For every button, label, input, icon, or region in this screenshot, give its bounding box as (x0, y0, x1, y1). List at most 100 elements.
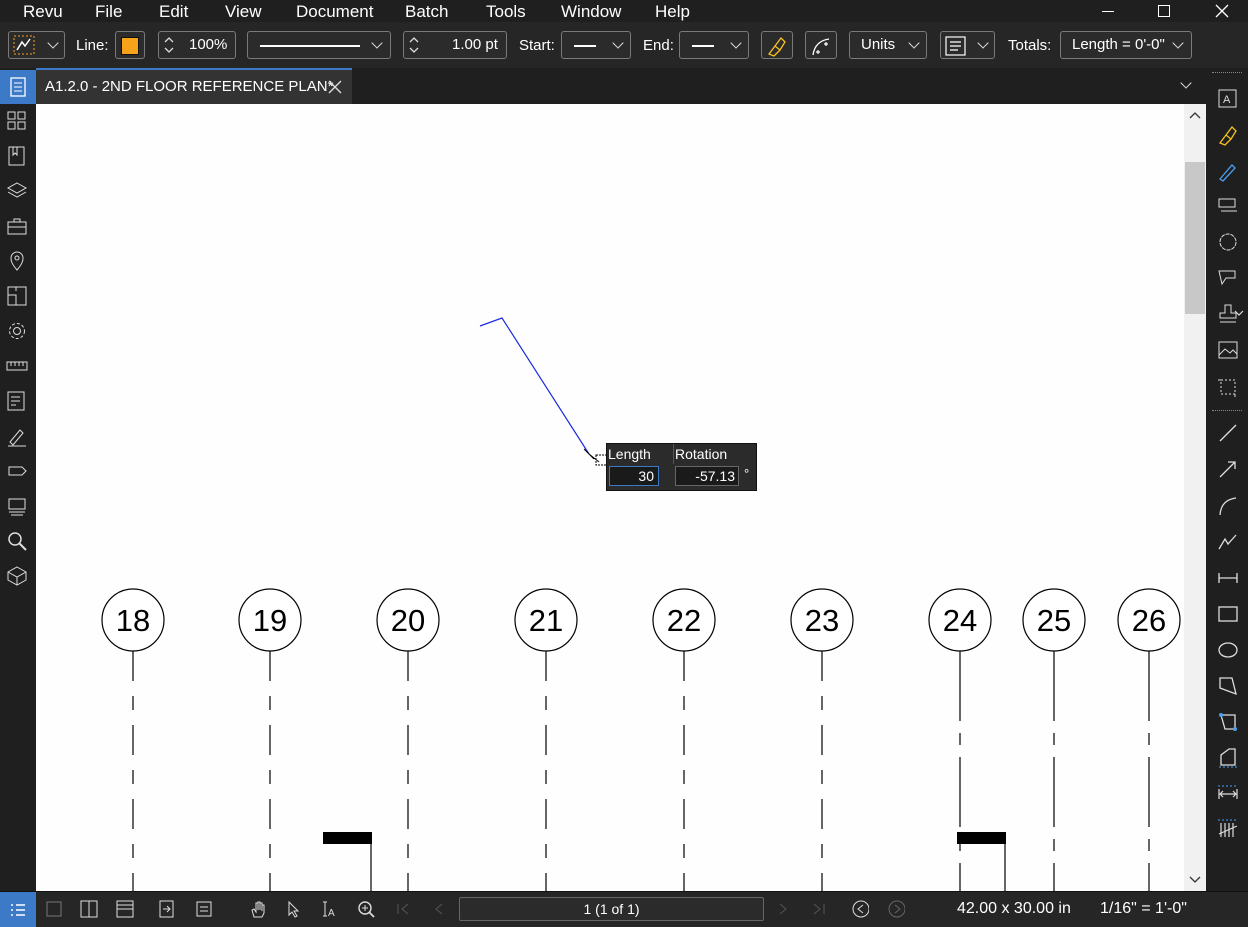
start-arrow-dropdown[interactable] (561, 31, 631, 59)
menu-revu[interactable]: Revu (23, 2, 63, 22)
vertex-edit-button[interactable] (805, 31, 837, 59)
ellipse-icon[interactable] (1217, 639, 1239, 661)
stamp-dropdown-chevron-icon[interactable] (1233, 309, 1245, 319)
grid-bubble-21: 21 (514, 588, 578, 891)
polyline-tool-dropdown[interactable] (8, 31, 65, 59)
highlighter-icon[interactable] (1217, 124, 1239, 146)
text-align-dropdown[interactable] (940, 31, 995, 59)
previous-page-icon[interactable] (430, 900, 448, 918)
next-view-icon[interactable] (887, 900, 905, 918)
menu-view[interactable]: View (225, 2, 262, 22)
length-input[interactable]: 30 (609, 466, 659, 486)
rectangle-icon[interactable] (1217, 603, 1239, 625)
grid-label: 22 (667, 603, 701, 638)
tag-icon[interactable] (6, 460, 28, 482)
location-pin-icon[interactable] (6, 250, 28, 272)
measure-perimeter-icon[interactable] (1217, 711, 1239, 733)
polygon-icon[interactable] (1217, 675, 1239, 697)
settings-gear-icon[interactable] (6, 320, 28, 342)
minimize-button[interactable] (1088, 0, 1128, 22)
file-access-tab[interactable] (0, 70, 36, 104)
menu-bar: Revu File Edit View Document Batch Tools… (0, 0, 1248, 22)
polyline-icon (13, 35, 35, 55)
signatures-icon[interactable] (6, 425, 28, 447)
menu-edit[interactable]: Edit (159, 2, 188, 22)
maximize-button[interactable] (1144, 0, 1184, 22)
text-box-icon[interactable]: A (1217, 88, 1239, 110)
left-panel-bar (0, 68, 36, 891)
sync-icon[interactable] (158, 900, 176, 918)
thumbnails-icon[interactable] (6, 110, 28, 132)
snapshot-icon[interactable] (1217, 376, 1239, 398)
drawing-canvas[interactable]: 18 19 20 21 22 23 24 25 26 (36, 104, 1184, 891)
scroll-up-icon[interactable] (1189, 110, 1201, 120)
split-horizontal-icon[interactable] (116, 900, 134, 918)
next-page-icon[interactable] (774, 900, 792, 918)
dimension-icon[interactable] (1217, 567, 1239, 589)
menu-document[interactable]: Document (296, 2, 373, 22)
length-rotation-input-popup: Length Rotation 30 -57.13 ° (606, 443, 757, 491)
line-color-button[interactable] (115, 31, 145, 59)
divider (1212, 72, 1242, 74)
end-arrow-dropdown[interactable] (679, 31, 749, 59)
highlight-tool-button[interactable] (761, 31, 793, 59)
length-input-value: 30 (638, 468, 654, 484)
close-tab-icon[interactable] (328, 80, 342, 94)
toolchest-icon[interactable] (6, 215, 28, 237)
bookmarks-icon[interactable] (6, 145, 28, 167)
select-text-icon[interactable]: A (320, 900, 338, 918)
markups-list-icon[interactable] (6, 390, 28, 412)
compare-icon[interactable] (195, 900, 213, 918)
arrow-icon[interactable] (1217, 458, 1239, 480)
vertical-scrollbar[interactable] (1184, 104, 1206, 891)
3d-model-icon[interactable] (6, 565, 28, 587)
measure-area-icon[interactable] (1217, 747, 1239, 769)
drawing-scale[interactable]: 1/16" = 1'-0" (1100, 900, 1187, 918)
cloud-icon[interactable] (1217, 231, 1239, 253)
menu-tools[interactable]: Tools (486, 2, 526, 22)
search-icon[interactable] (6, 530, 28, 552)
totals-dropdown[interactable]: Length = 0'-0" (1060, 31, 1192, 59)
menu-batch[interactable]: Batch (405, 2, 448, 22)
document-tab[interactable]: A1.2.0 - 2ND FLOOR REFERENCE PLAN* (36, 68, 352, 104)
line-width-stepper[interactable]: 1.00 pt (403, 31, 507, 59)
spaces-icon[interactable] (6, 285, 28, 307)
split-vertical-icon[interactable] (80, 900, 98, 918)
first-page-icon[interactable] (394, 900, 412, 918)
measure-length-icon[interactable] (1217, 783, 1239, 805)
count-tally-icon[interactable] (1217, 819, 1239, 841)
arc-icon[interactable] (1217, 495, 1239, 517)
previous-view-icon[interactable] (851, 900, 869, 918)
markup-list-toggle[interactable] (0, 892, 36, 927)
polyline-markup[interactable] (479, 317, 590, 455)
zoom-icon[interactable] (357, 900, 375, 918)
select-arrow-icon[interactable] (285, 900, 303, 918)
scroll-down-icon[interactable] (1189, 875, 1201, 885)
stamp-tray-icon[interactable] (6, 495, 28, 517)
callout-icon[interactable] (1217, 267, 1239, 289)
menu-file[interactable]: File (95, 2, 122, 22)
polyline-icon[interactable] (1217, 531, 1239, 553)
maximize-icon (1158, 5, 1170, 17)
line-style-dropdown[interactable] (247, 31, 391, 59)
close-window-button[interactable] (1202, 0, 1242, 22)
layers-icon[interactable] (6, 180, 28, 202)
menu-window[interactable]: Window (561, 2, 621, 22)
divider (1212, 410, 1242, 412)
rotation-input[interactable]: -57.13 (675, 466, 739, 486)
units-dropdown[interactable]: Units (849, 31, 927, 59)
image-icon[interactable] (1217, 339, 1239, 361)
section-marker (957, 832, 1006, 844)
line-icon[interactable] (1217, 422, 1239, 444)
pan-hand-icon[interactable] (249, 900, 267, 918)
single-page-icon[interactable] (45, 900, 63, 918)
close-icon (1215, 4, 1229, 18)
menu-help[interactable]: Help (655, 2, 690, 22)
last-page-icon[interactable] (810, 900, 828, 918)
opacity-stepper[interactable]: 100% (158, 31, 236, 59)
measurements-ruler-icon[interactable] (6, 355, 28, 377)
page-number-input[interactable]: 1 (1 of 1) (459, 897, 764, 921)
pen-icon[interactable] (1217, 160, 1239, 182)
note-icon[interactable] (1217, 195, 1239, 217)
scroll-thumb[interactable] (1185, 162, 1205, 314)
